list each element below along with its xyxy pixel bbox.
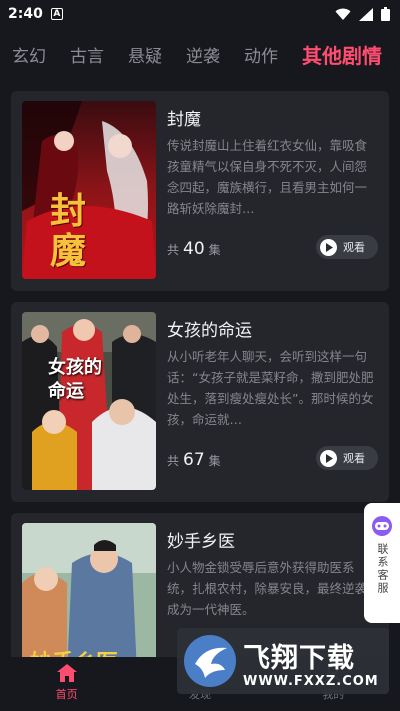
tab-dongzuo[interactable]: 动作 <box>244 42 278 67</box>
watermark-url: WWW.FXXZ.COM <box>243 674 379 689</box>
play-icon <box>320 238 337 256</box>
episode-number: 40 <box>183 239 205 259</box>
robot-icon <box>372 516 392 536</box>
episode-count: 共 67 集 <box>167 450 221 470</box>
status-bar: 2:40 A <box>0 0 400 28</box>
battery-icon <box>381 7 390 21</box>
status-icons <box>335 7 390 21</box>
poster-title-text: 女孩的命运 <box>48 357 102 402</box>
episode-number: 67 <box>183 450 205 470</box>
drama-poster[interactable]: 妙手乡医 <box>22 523 156 673</box>
customer-service-button[interactable]: 联系客服 <box>364 503 400 623</box>
status-time: 2:40 <box>8 6 43 22</box>
drama-poster[interactable]: 封魔 <box>22 101 156 279</box>
episode-suffix: 集 <box>208 454 221 468</box>
drama-title[interactable]: 封魔 <box>167 105 201 130</box>
wifi-icon <box>335 8 351 20</box>
category-tabs: 玄幻 古言 悬疑 逆袭 动作 其他剧情 <box>0 36 400 72</box>
nav-home[interactable]: 首页 <box>0 657 133 711</box>
notification-a-icon: A <box>50 8 63 20</box>
poster-title-text: 封魔 <box>50 190 87 272</box>
watermark-bird-icon <box>184 635 236 687</box>
episode-count: 共 40 集 <box>167 239 221 259</box>
signal-icon <box>359 7 373 21</box>
tab-xuanyi[interactable]: 悬疑 <box>128 42 162 67</box>
customer-service-label: 联系客服 <box>376 543 389 595</box>
tab-guyan[interactable]: 古言 <box>70 42 104 67</box>
drama-title[interactable]: 女孩的命运 <box>167 316 252 341</box>
play-icon <box>320 449 337 467</box>
drama-description: 从小听老年人聊天，会听到这样一句话：“女孩子就是菜籽命，撒到肥处肥处生，落到瘦处… <box>167 349 374 427</box>
drama-poster[interactable]: 女孩的命运 <box>22 312 156 490</box>
watermark-logo: 飞翔下载 WWW.FXXZ.COM <box>177 628 389 694</box>
watch-button[interactable]: 观看 <box>316 235 378 259</box>
home-icon <box>56 664 77 682</box>
drama-description: 传说封魔山上住着红衣女仙，靠吸食孩童精气以保自身不死不灭，人间怨念四起，魔族横行… <box>167 138 368 216</box>
watermark-title: 飞翔下载 <box>243 643 355 674</box>
watch-label: 观看 <box>343 452 365 465</box>
episode-prefix: 共 <box>167 454 180 468</box>
tab-xuanhuan[interactable]: 玄幻 <box>12 42 46 67</box>
tab-nixi[interactable]: 逆袭 <box>186 42 220 67</box>
watch-button[interactable]: 观看 <box>316 446 378 470</box>
episode-suffix: 集 <box>208 243 221 257</box>
drama-title[interactable]: 妙手乡医 <box>167 527 235 552</box>
watch-label: 观看 <box>343 241 365 254</box>
nav-home-label: 首页 <box>55 688 78 701</box>
drama-card[interactable]: 女孩的命运 女孩的命运 从小听老年人聊天，会听到这样一句话：“女孩子就是菜籽命，… <box>11 302 389 502</box>
episode-prefix: 共 <box>167 243 180 257</box>
drama-card[interactable]: 封魔 封魔 传说封魔山上住着红衣女仙，靠吸食孩童精气以保自身不死不灭，人间怨念四… <box>11 91 389 291</box>
tab-other-drama[interactable]: 其他剧情 <box>302 40 382 69</box>
